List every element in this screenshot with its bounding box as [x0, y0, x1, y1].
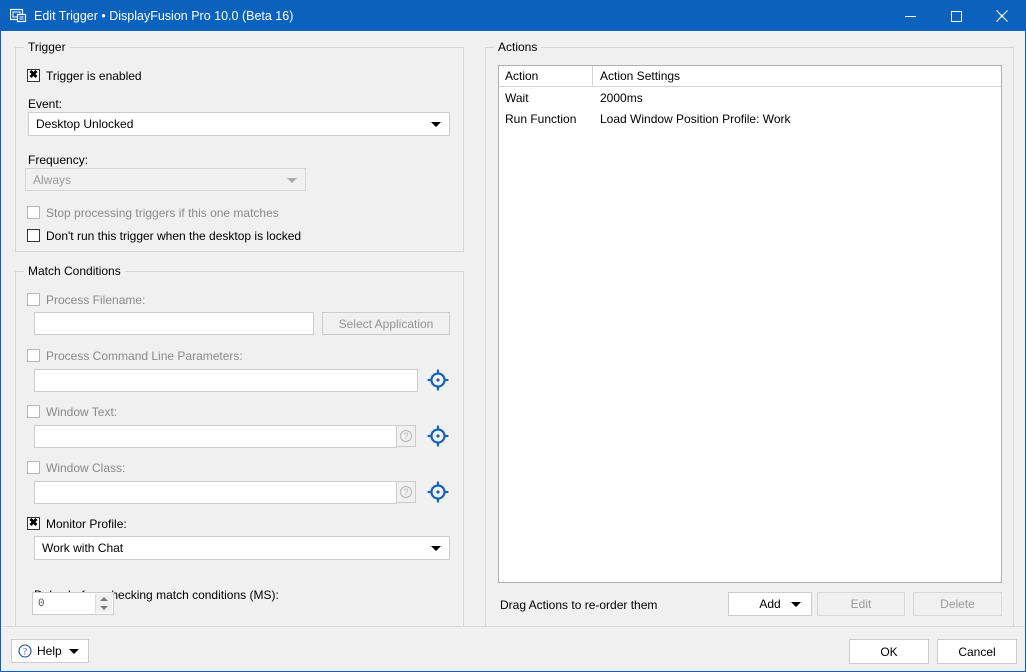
- window-text-checkbox[interactable]: [27, 405, 40, 418]
- question-mark-icon: ?: [400, 430, 412, 442]
- delay-spinner-down[interactable]: [96, 604, 112, 614]
- trigger-group-legend: Trigger: [24, 40, 70, 54]
- event-combobox-value: Desktop Unlocked: [36, 113, 133, 135]
- monitor-profile-value: Work with Chat: [42, 537, 123, 559]
- window-class-label: Window Class:: [46, 460, 125, 476]
- event-label: Event:: [28, 96, 62, 112]
- drag-actions-hint: Drag Actions to re-order them: [500, 597, 657, 613]
- window-text-input[interactable]: [34, 425, 397, 448]
- window-text-label: Window Text:: [46, 404, 117, 420]
- stop-processing-checkbox[interactable]: [27, 206, 40, 219]
- frequency-label: Frequency:: [28, 152, 88, 168]
- chevron-down-icon: [69, 649, 79, 654]
- chevron-down-icon: [100, 606, 108, 610]
- add-action-label: Add: [759, 597, 780, 611]
- table-row[interactable]: Run Function Load Window Position Profil…: [499, 109, 1001, 130]
- select-application-button[interactable]: Select Application: [322, 312, 450, 335]
- delay-spinner-up[interactable]: [96, 594, 112, 604]
- row-action: Wait: [499, 88, 593, 109]
- trigger-enabled-label: Trigger is enabled: [46, 68, 142, 84]
- window-class-help-button[interactable]: ?: [396, 481, 416, 503]
- actions-table[interactable]: Action Action Settings Wait 2000ms Run F…: [498, 65, 1002, 583]
- window-class-checkbox[interactable]: [27, 461, 40, 474]
- monitor-profile-combobox[interactable]: Work with Chat: [34, 536, 450, 560]
- displayfusion-icon: [10, 8, 27, 24]
- help-button[interactable]: ? Help: [11, 639, 89, 663]
- actions-group-legend: Actions: [494, 40, 541, 54]
- delete-action-button[interactable]: Delete: [913, 592, 1002, 616]
- chevron-down-icon: [287, 178, 297, 183]
- process-filename-label: Process Filename:: [46, 292, 145, 308]
- process-filename-input[interactable]: [34, 312, 314, 335]
- question-circle-icon: ?: [18, 644, 32, 658]
- crosshair-icon-window-class[interactable]: [427, 481, 449, 503]
- dont-run-locked-label: Don't run this trigger when the desktop …: [46, 228, 301, 244]
- title-bar[interactable]: Edit Trigger • DisplayFusion Pro 10.0 (B…: [1, 1, 1025, 31]
- process-filename-checkbox[interactable]: [27, 293, 40, 306]
- column-header-action-settings[interactable]: Action Settings: [594, 66, 1001, 86]
- cancel-button[interactable]: Cancel: [937, 639, 1017, 664]
- window-class-input[interactable]: [34, 481, 397, 504]
- column-header-action[interactable]: Action: [499, 66, 593, 86]
- question-mark-icon: ?: [400, 486, 412, 498]
- actions-table-header: Action Action Settings: [499, 66, 1001, 87]
- ok-button[interactable]: OK: [849, 639, 929, 664]
- process-command-line-checkbox[interactable]: [27, 349, 40, 362]
- event-combobox[interactable]: Desktop Unlocked: [28, 112, 450, 136]
- delay-spinner[interactable]: 0: [32, 592, 114, 615]
- process-command-line-input[interactable]: [34, 369, 418, 392]
- window-text-help-button[interactable]: ?: [396, 425, 416, 447]
- process-command-line-label: Process Command Line Parameters:: [46, 348, 243, 364]
- checkbox-check-mark: ✖: [28, 518, 39, 529]
- dont-run-locked-checkbox[interactable]: [27, 229, 40, 242]
- chevron-down-icon: [431, 122, 441, 127]
- svg-text:?: ?: [23, 646, 27, 656]
- monitor-profile-checkbox[interactable]: ✖: [27, 517, 40, 530]
- delay-spinner-buttons[interactable]: [95, 594, 112, 613]
- edit-action-button[interactable]: Edit: [817, 592, 905, 616]
- minimize-button[interactable]: [887, 1, 933, 31]
- monitor-profile-label: Monitor Profile:: [46, 516, 127, 532]
- row-action-settings: Load Window Position Profile: Work: [594, 109, 1001, 130]
- edit-trigger-dialog: Edit Trigger • DisplayFusion Pro 10.0 (B…: [0, 0, 1026, 672]
- checkbox-check-mark: ✖: [28, 70, 39, 81]
- window-title: Edit Trigger • DisplayFusion Pro 10.0 (B…: [34, 1, 293, 31]
- table-row[interactable]: Wait 2000ms: [499, 88, 1001, 109]
- trigger-enabled-checkbox[interactable]: ✖: [27, 69, 40, 82]
- add-action-button[interactable]: Add: [728, 592, 812, 616]
- stop-processing-label: Stop processing triggers if this one mat…: [46, 205, 279, 221]
- row-action-settings: 2000ms: [594, 88, 1001, 109]
- help-button-label: Help: [37, 644, 62, 658]
- chevron-down-icon: [791, 602, 801, 607]
- maximize-button[interactable]: [933, 1, 979, 31]
- frequency-combobox-value: Always: [33, 169, 71, 190]
- row-action: Run Function: [499, 109, 593, 130]
- close-button[interactable]: [979, 1, 1025, 31]
- delay-value: 0: [38, 593, 45, 614]
- chevron-down-icon: [431, 546, 441, 551]
- chevron-up-icon: [100, 597, 108, 601]
- match-conditions-group-legend: Match Conditions: [24, 264, 125, 278]
- crosshair-icon-window-text[interactable]: [427, 425, 449, 447]
- frequency-combobox[interactable]: Always: [25, 168, 306, 191]
- crosshair-icon-command-line[interactable]: [427, 369, 449, 391]
- footer-separator: [1, 626, 1025, 627]
